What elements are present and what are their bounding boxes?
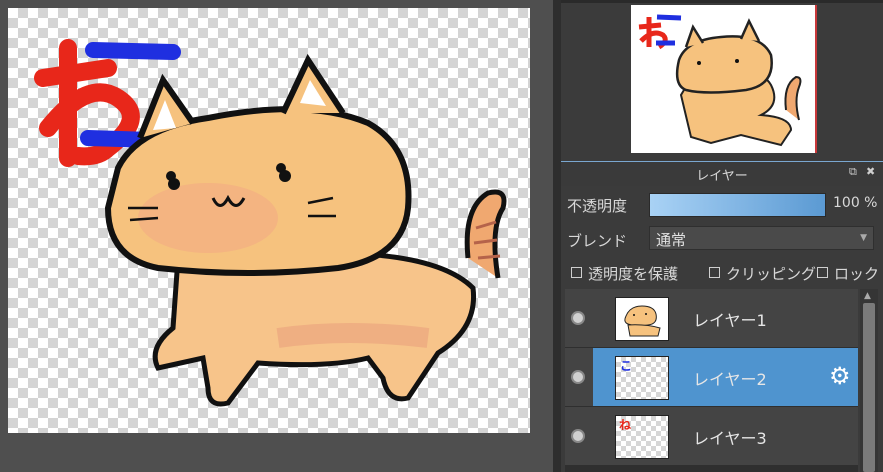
checkbox-box [571, 267, 582, 278]
opacity-slider[interactable] [649, 193, 826, 217]
cat-thumbnail-icon [624, 305, 661, 337]
layer-row-1[interactable]: レイヤー1 [565, 289, 858, 348]
opacity-value: 100 % [833, 195, 878, 211]
layer-name[interactable]: レイヤー2 [693, 366, 767, 390]
panel-divider[interactable] [553, 0, 561, 472]
layer-thumbnail [615, 297, 669, 341]
layer-row-3[interactable]: ね レイヤー3 [565, 407, 858, 466]
gear-icon[interactable]: ⚙ [829, 364, 851, 388]
layer-row-2[interactable]: こ レイヤー2 ⚙ [565, 348, 858, 407]
checkbox-box [817, 267, 828, 278]
lock-label: ロック [834, 265, 880, 283]
layer-panel-header: レイヤー ⧉ ✖ [561, 161, 883, 186]
chevron-down-icon: ▼ [860, 233, 867, 243]
layer-panel-title: レイヤー [696, 169, 748, 184]
clipping-label: クリッピング [726, 265, 817, 283]
eye-icon[interactable] [571, 311, 585, 325]
cat-illustration [34, 39, 507, 407]
layer-scrollbar[interactable]: ▲ [860, 289, 878, 472]
blend-mode-value: 通常 [656, 231, 687, 249]
opacity-label: 不透明度 [567, 197, 628, 215]
blend-label: ブレンド [567, 232, 628, 250]
protect-alpha-label: 透明度を保護 [588, 265, 679, 283]
layer-thumbnail: こ [615, 356, 669, 400]
artboard[interactable] [8, 8, 530, 433]
navigator-preview-image [638, 14, 802, 147]
lock-checkbox[interactable]: ロック [817, 263, 879, 284]
layer-name[interactable]: レイヤー3 [693, 425, 767, 449]
close-icon[interactable]: ✖ [866, 165, 875, 178]
blue-glyph-thumbnail: こ [620, 359, 633, 373]
protect-alpha-checkbox[interactable]: 透明度を保護 [571, 263, 678, 284]
layer-name[interactable]: レイヤー1 [693, 307, 767, 331]
clipping-checkbox[interactable]: クリッピング [709, 263, 816, 284]
eye-icon[interactable] [571, 370, 585, 384]
red-glyph-thumbnail: ね [619, 418, 632, 432]
scroll-up-icon[interactable]: ▲ [864, 291, 871, 301]
right-panel: レイヤー ⧉ ✖ 不透明度 100 % ブレンド 通常 ▼ 透明度を保護 クリッ… [561, 0, 883, 472]
layer-list: レイヤー1 こ レイヤー2 ⚙ ね レイヤー3 [565, 289, 858, 472]
checkbox-box [709, 267, 720, 278]
blend-mode-select[interactable]: 通常 ▼ [649, 226, 874, 250]
scroll-thumb[interactable] [863, 303, 875, 472]
eye-icon[interactable] [571, 429, 585, 443]
canvas-area[interactable] [0, 0, 553, 472]
navigator-toolbar [561, 0, 883, 3]
popout-icon[interactable]: ⧉ [849, 165, 857, 179]
navigator-thumbnail[interactable] [631, 5, 817, 153]
layer-thumbnail: ね [615, 415, 669, 459]
